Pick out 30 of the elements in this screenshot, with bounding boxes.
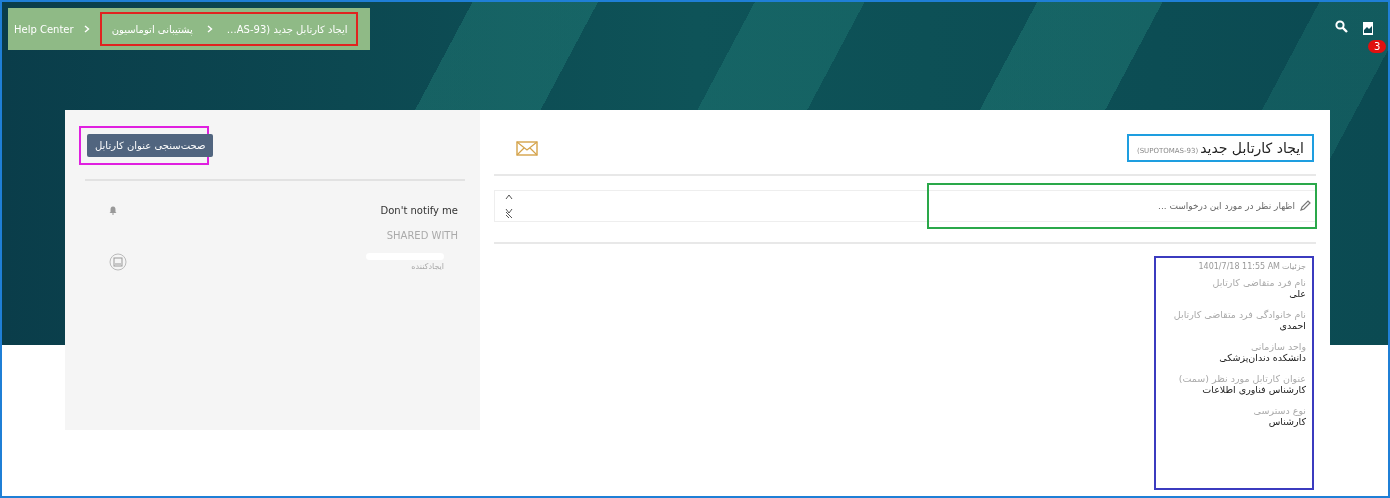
field-value: علی [1288,288,1306,299]
field-value: دانشکده دندان‌پزشکی [1218,352,1306,363]
field-label: عنوان کارتابل مورد نظر (سمت) [1177,373,1306,384]
bell-icon[interactable] [109,206,117,215]
document-icon[interactable] [1362,22,1374,35]
chevron-icon [83,25,90,33]
field-label: واحد سازمانی [1249,341,1306,352]
notification-badge: 3 [1368,40,1387,53]
search-icon[interactable] [1335,20,1348,33]
details-heading: جزئیات [1282,262,1306,271]
field-label: نام فرد متقاضی کارتابل [1211,277,1306,288]
field-value: احمدی [1278,320,1306,331]
breadcrumb-link[interactable]: Help Center [14,23,74,35]
avatar-icon [109,253,127,271]
validate-title-button[interactable]: صحت‌سنجی عنوان کارتابل [87,134,214,157]
pen-icon [1299,200,1311,212]
comment-field[interactable]: اظهار نظر در مورد این درخواست ... [953,200,1297,212]
person-role: ایجادکننده [411,262,444,271]
shared-with-heading: SHARED WITH [386,230,458,241]
notify-label: Don't notify me [380,205,458,216]
scroll-arrows-icon[interactable] [505,193,513,219]
ticket-title: ایجاد کارتابل جدید [1200,140,1304,156]
details-timestamp: 1401/7/18 11:55 AM [1198,262,1281,271]
field-value: کارشناس فناوری اطلاعات [1201,384,1306,395]
field-label: نوع دسترسی [1252,405,1306,416]
field-label: نام خانوادگی فرد متقاضی کارتابل [1172,309,1306,320]
field-value: کارشناس [1267,416,1306,427]
chevron-icon [206,25,213,33]
breadcrumb-link[interactable]: ایجاد کارتابل جدید (AS-93… [226,23,348,35]
breadcrumb-link[interactable]: پشتیبانی اتوماسیون [111,23,193,35]
